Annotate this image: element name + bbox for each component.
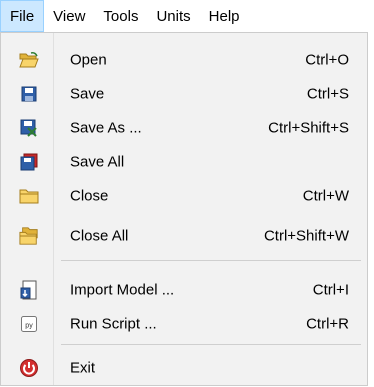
menu-item-save-as[interactable]: Save As ... Ctrl+Shift+S [1, 111, 367, 145]
menu-item-close-all[interactable]: Close All Ctrl+Shift+W [1, 219, 367, 253]
menu-item-open[interactable]: Open Ctrl+O [1, 43, 367, 77]
menu-item-save-all[interactable]: Save All [1, 145, 367, 179]
menu-item-shortcut: Ctrl+I [312, 281, 349, 299]
menu-item-label: Import Model ... [70, 281, 175, 299]
folders-icon [19, 226, 39, 246]
menu-item-shortcut: Ctrl+S [306, 85, 349, 103]
menu-item-shortcut: Ctrl+Shift+S [268, 119, 349, 137]
menu-item-label: Save As ... [70, 119, 142, 137]
exit-icon [19, 358, 39, 378]
script-icon-text: py [25, 323, 33, 330]
menu-view[interactable]: View [44, 0, 94, 32]
menu-item-label: Close [70, 187, 109, 205]
menu-item-save[interactable]: Save Ctrl+S [1, 77, 367, 111]
folder-icon [19, 186, 39, 206]
menu-separator [61, 260, 361, 261]
menu-item-exit[interactable]: Exit [1, 351, 367, 385]
menu-bar: File View Tools Units Help [0, 0, 374, 32]
menu-item-label: Exit [70, 359, 96, 377]
file-menu-dropdown: Open Ctrl+O Save Ctrl+S Save As ... Ctrl… [0, 32, 368, 386]
menu-item-label: Run Script ... [70, 315, 157, 333]
menu-item-shortcut: Ctrl+R [306, 315, 349, 333]
menu-item-shortcut: Ctrl+Shift+W [263, 227, 349, 245]
menu-item-label: Close All [70, 227, 129, 245]
menu-item-shortcut: Ctrl+W [302, 187, 349, 205]
menu-help[interactable]: Help [200, 0, 249, 32]
menu-item-label: Save [70, 85, 105, 103]
save-all-icon [19, 152, 39, 172]
save-icon [19, 84, 39, 104]
menu-item-shortcut: Ctrl+O [305, 51, 349, 69]
python-script-icon: py [19, 314, 39, 334]
menu-item-run-script[interactable]: py Run Script ... Ctrl+R [1, 307, 367, 341]
menu-item-label: Save All [70, 153, 125, 171]
menu-separator [61, 344, 361, 345]
import-model-icon [19, 280, 39, 300]
menu-tools[interactable]: Tools [94, 0, 147, 32]
open-folder-icon [19, 50, 39, 70]
menu-units[interactable]: Units [147, 0, 199, 32]
menu-item-import-model[interactable]: Import Model ... Ctrl+I [1, 273, 367, 307]
menu-item-label: Open [70, 51, 107, 69]
menu-item-close[interactable]: Close Ctrl+W [1, 179, 367, 213]
menu-file[interactable]: File [0, 0, 45, 32]
save-as-icon [19, 118, 39, 138]
